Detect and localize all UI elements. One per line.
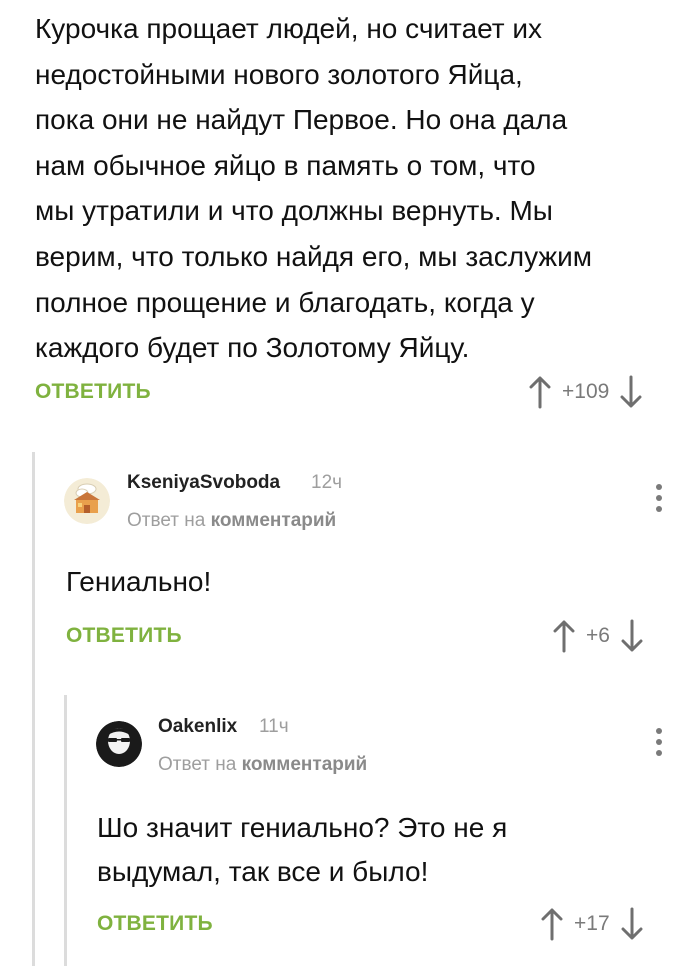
reply-to-link[interactable]: комментарий [211,510,337,531]
reply-to-link[interactable]: комментарий [242,754,368,775]
comment-reply-button[interactable]: ОТВЕТИТЬ [66,624,182,648]
downvote-arrow-icon[interactable] [620,907,644,941]
thread-line-nested [64,695,67,966]
more-options-icon[interactable] [654,728,664,762]
upvote-arrow-icon[interactable] [540,907,564,941]
comment-text: Гениально! [66,566,212,597]
bearded-man-avatar-icon[interactable] [96,721,142,767]
reply-to-meta: Ответ на комментарий [127,510,336,532]
root-vote-controls: +109 [528,374,643,410]
reply-to-meta: Ответ на комментарий [158,754,367,776]
thread-line [32,452,35,966]
upvote-arrow-icon[interactable] [552,619,576,653]
vote-count: +109 [562,380,610,403]
root-reply-button[interactable]: ОТВЕТИТЬ [35,380,151,404]
reply-to-prefix: Ответ на [127,510,206,531]
comment-vote-controls: +6 [552,618,644,654]
vote-count: +17 [574,912,610,935]
comment-vote-controls: +17 [540,906,644,942]
comment-reply-button[interactable]: ОТВЕТИТЬ [97,912,213,936]
downvote-arrow-icon[interactable] [620,619,644,653]
upvote-arrow-icon[interactable] [528,375,552,409]
comment-username[interactable]: Oakenlix [158,716,237,738]
house-avatar-icon[interactable] [64,478,110,524]
comment-time: 12ч [311,472,343,493]
comment-time: 11ч [259,716,289,737]
root-comment-text: Курочка прощает людей, но считает их нед… [35,13,593,364]
downvote-arrow-icon[interactable] [619,375,643,409]
vote-count: +6 [586,624,610,647]
comment-text-line-1: Шо значит гениально? Это не я [97,812,508,843]
comment-text-line-2: выдумал, так все и было! [97,856,429,887]
more-options-icon[interactable] [654,484,664,518]
reply-to-prefix: Ответ на [158,754,237,775]
comment-username[interactable]: KseniyaSvoboda [127,472,280,494]
